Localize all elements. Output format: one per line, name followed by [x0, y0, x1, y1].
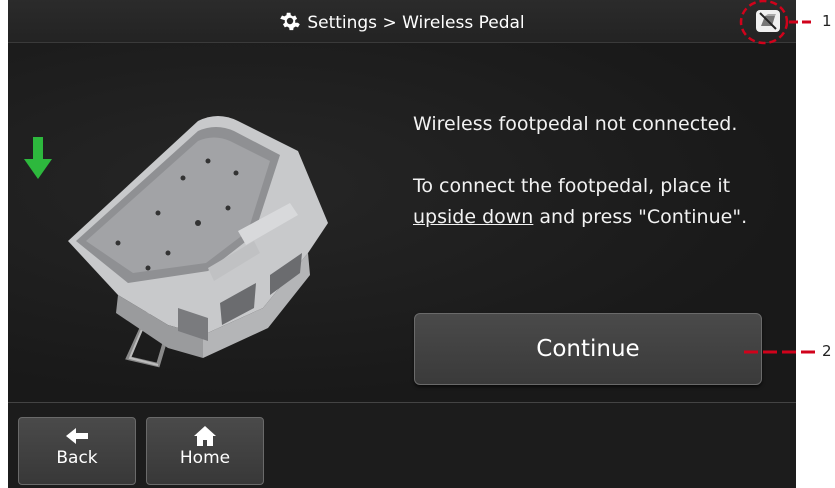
gear-icon: [280, 12, 301, 31]
touchscreen: Settings > Wireless Pedal Wireless footp…: [8, 0, 796, 488]
instructions-part1: To connect the footpedal, place it: [413, 175, 731, 197]
home-label: Home: [179, 448, 231, 468]
footpedal-illustration: [68, 116, 328, 368]
page-title: Settings > Wireless Pedal: [8, 10, 796, 33]
callout-1-number: 1: [822, 12, 832, 30]
title-text: Settings > Wireless Pedal: [307, 13, 525, 33]
instructions-emphasis: upside down: [413, 206, 534, 228]
not-connected-text: Wireless footpedal not connected.: [413, 113, 738, 135]
bottom-nav-bar: Back Home: [8, 402, 796, 488]
instruction-message: Wireless footpedal not connected. To con…: [413, 109, 783, 233]
connect-instructions: To connect the footpedal, place it upsid…: [413, 171, 783, 233]
left-arrow-icon: [66, 428, 88, 444]
wireless-pedal-disconnected-icon: [756, 10, 780, 32]
home-button[interactable]: Home: [146, 417, 264, 485]
callout-2-number: 2: [822, 342, 832, 360]
instructions-part2: and press "Continue".: [533, 206, 748, 228]
title-bar: Settings > Wireless Pedal: [8, 0, 796, 43]
main-content: Wireless footpedal not connected. To con…: [8, 43, 796, 400]
down-arrow-icon: [24, 137, 52, 179]
continue-button[interactable]: Continue: [414, 313, 762, 385]
back-label: Back: [56, 448, 98, 468]
home-icon: [194, 426, 216, 446]
back-button[interactable]: Back: [18, 417, 136, 485]
